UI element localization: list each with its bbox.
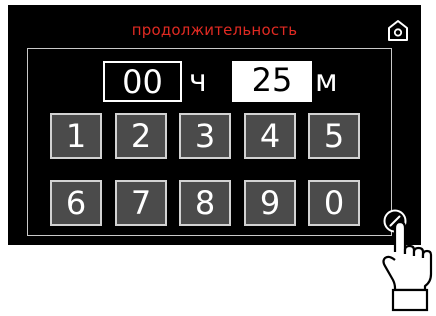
key-5[interactable]: 5 bbox=[308, 113, 360, 159]
hours-unit-label: ч bbox=[189, 64, 207, 99]
key-6[interactable]: 6 bbox=[50, 180, 102, 226]
pointing-hand-icon bbox=[381, 220, 433, 312]
key-2[interactable]: 2 bbox=[115, 113, 167, 159]
key-1[interactable]: 1 bbox=[50, 113, 102, 159]
key-7[interactable]: 7 bbox=[115, 180, 167, 226]
minutes-unit-label: м bbox=[315, 64, 338, 99]
screen-title: продолжительность bbox=[131, 21, 298, 39]
key-8[interactable]: 8 bbox=[179, 180, 231, 226]
key-0[interactable]: 0 bbox=[308, 180, 360, 226]
hours-field[interactable]: 00 bbox=[103, 61, 182, 102]
duration-screen: продолжительность 00 ч 25 м 1 2 3 4 5 6 … bbox=[8, 5, 421, 245]
key-4[interactable]: 4 bbox=[244, 113, 296, 159]
key-9[interactable]: 9 bbox=[244, 180, 296, 226]
home-icon bbox=[388, 20, 408, 41]
minutes-field[interactable]: 25 bbox=[232, 61, 312, 102]
key-3[interactable]: 3 bbox=[179, 113, 231, 159]
home-button[interactable] bbox=[385, 17, 411, 43]
